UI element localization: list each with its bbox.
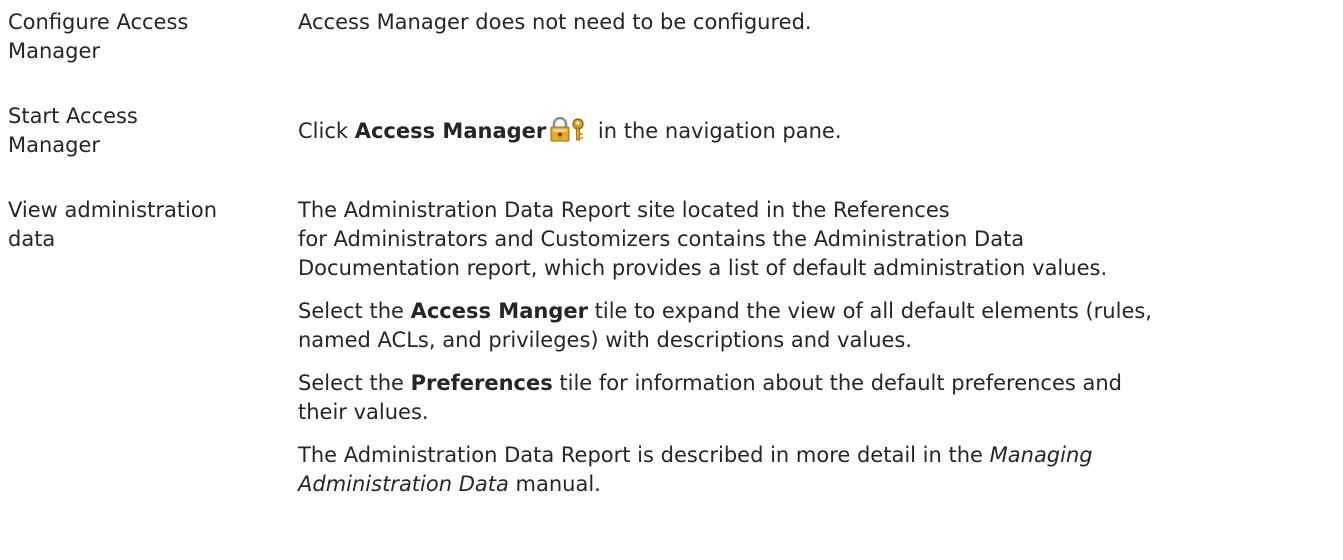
paragraph-text: Access Manager does not need to be confi… xyxy=(298,10,812,34)
row-content: Access Manager does not need to be confi… xyxy=(298,8,1343,66)
access-manager-term: Access Manager xyxy=(354,119,547,143)
row-label-line: Manager xyxy=(8,39,101,63)
paragraph: Click Access Manager in the navigation p… xyxy=(298,116,1343,150)
row-label: Start Access Manager xyxy=(8,102,298,160)
preferences-tile-term: Preferences xyxy=(410,371,553,395)
document: Configure Access Manager Access Manager … xyxy=(0,0,1343,560)
row-label-line: Configure Access xyxy=(8,10,189,34)
row-label-line: Manager xyxy=(8,133,101,157)
paragraph-text: manual. xyxy=(508,472,601,496)
paragraph-text: The Administration Data Report is descri… xyxy=(298,443,990,467)
row-start-access-manager: Start Access Manager Click Access Manage… xyxy=(8,102,1343,160)
paragraph-line: Documentation report, which provides a l… xyxy=(298,256,1108,280)
paragraph-line: The Administration Data Report is descri… xyxy=(298,441,1343,470)
row-content: The Administration Data Report site loca… xyxy=(298,196,1343,499)
paragraph-text: tile to expand the view of all default e… xyxy=(587,299,1152,323)
paragraph-text: Select the xyxy=(298,371,411,395)
paragraph-text: Click xyxy=(298,119,355,143)
paragraph: Access Manager does not need to be confi… xyxy=(298,8,1343,37)
paragraph-report-reference: The Administration Data Report is descri… xyxy=(298,441,1343,499)
row-label: Configure Access Manager xyxy=(8,8,298,66)
padlock-key-icon xyxy=(549,116,589,150)
paragraph-line: The Administration Data Report site loca… xyxy=(298,198,950,222)
row-label: View administration data xyxy=(8,196,298,499)
paragraph-preferences-tile: Select the Preferences tile for informat… xyxy=(298,369,1343,427)
row-configure-access-manager: Configure Access Manager Access Manager … xyxy=(8,8,1343,66)
paragraph-line: Administration Data manual. xyxy=(298,470,1343,499)
paragraph-line: for Administrators and Customizers conta… xyxy=(298,227,1025,251)
row-label-line: Start Access xyxy=(8,104,138,128)
paragraph-line: Select the Preferences tile for informat… xyxy=(298,369,1343,398)
row-view-administration-data: View administration data The Administrat… xyxy=(8,196,1343,499)
row-label-line: View administration xyxy=(8,198,218,222)
paragraph-intro: The Administration Data Report site loca… xyxy=(298,196,1343,283)
access-manager-tile-term: Access Manger xyxy=(410,299,588,323)
paragraph-text: tile for information about the default p… xyxy=(552,371,1123,395)
paragraph-text: in the navigation pane. xyxy=(591,119,842,143)
manual-title: Managing xyxy=(989,443,1093,467)
row-label-line: data xyxy=(8,227,56,251)
paragraph-text: Select the xyxy=(298,299,411,323)
manual-title: Administration Data xyxy=(298,472,509,496)
paragraph-line: Select the Access Manger tile to expand … xyxy=(298,297,1343,326)
row-content: Click Access Manager in the navigation p… xyxy=(298,102,1343,160)
paragraph-line: their values. xyxy=(298,400,429,424)
paragraph-access-manager-tile: Select the Access Manger tile to expand … xyxy=(298,297,1343,355)
paragraph-line: named ACLs, and privileges) with descrip… xyxy=(298,328,913,352)
